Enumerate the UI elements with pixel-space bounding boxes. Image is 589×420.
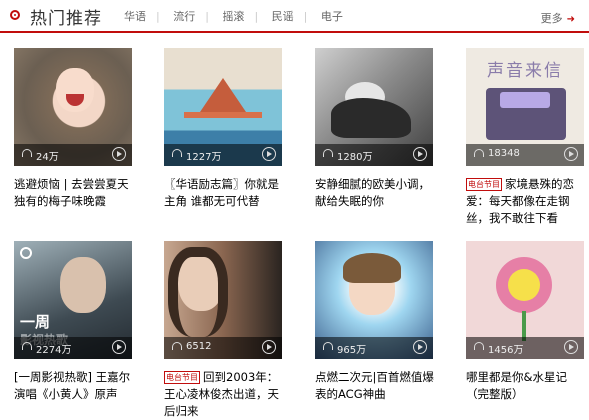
- section-title[interactable]: 热门推荐: [30, 4, 102, 29]
- netease-logo-icon: [20, 247, 32, 259]
- more-label[interactable]: 更多: [541, 12, 563, 25]
- header-divider: [0, 31, 589, 33]
- tag-liuxing[interactable]: 流行: [173, 8, 195, 24]
- radio-tag: 电台节目: [164, 371, 200, 384]
- playlist-card: 1456万 哪里都是你&水星记（完整版）: [466, 241, 584, 403]
- playlist-cover[interactable]: 1280万: [315, 48, 433, 166]
- play-count: 24万: [36, 152, 59, 163]
- tag-huayu[interactable]: 华语: [124, 8, 146, 24]
- play-icon[interactable]: [564, 147, 578, 161]
- play-count: 1227万: [186, 152, 222, 163]
- play-icon[interactable]: [262, 147, 276, 161]
- playlist-card: 声音来信 18348 电台节目 家境悬殊的恋爱：每天都像在走钢丝，我不敢往下看: [466, 48, 584, 227]
- headphone-icon: [172, 149, 182, 157]
- headphone-icon: [172, 342, 182, 350]
- tag-minyao[interactable]: 民谣: [272, 8, 294, 24]
- playlist-cover[interactable]: 声音来信 18348: [466, 48, 584, 166]
- play-icon[interactable]: [112, 147, 126, 161]
- playlist-card: 6512 电台节目 回到2003年：王心凌林俊杰出道，天后归来: [164, 241, 282, 420]
- headphone-icon: [323, 149, 333, 157]
- headphone-icon: [474, 342, 484, 350]
- play-count: 1456万: [488, 345, 524, 356]
- playlist-card: 965万 点燃二次元|百首燃值爆表的ACG神曲: [315, 241, 435, 403]
- headphone-icon: [323, 342, 333, 350]
- playlist-card: 1227万 〖华语励志篇〗你就是主角 谁都无可代替: [164, 48, 282, 210]
- circle-logo-icon: [10, 10, 20, 20]
- play-icon[interactable]: [413, 340, 427, 354]
- playlist-cover[interactable]: 1227万: [164, 48, 282, 166]
- playlist-title[interactable]: 逃避烦恼 | 去尝尝夏天独有的梅子味晚霞: [14, 176, 134, 210]
- play-count: 2274万: [36, 345, 72, 356]
- playlist-title[interactable]: 哪里都是你&水星记（完整版）: [466, 369, 586, 403]
- genre-tags: 华语 | 流行 | 摇滚 | 民谣 | 电子: [124, 8, 343, 24]
- play-icon[interactable]: [564, 340, 578, 354]
- play-count: 18348: [488, 148, 520, 159]
- playlist-title[interactable]: [一周影视热歌] 王嘉尔演唱《小黄人》原声: [14, 369, 134, 403]
- playlist-cover[interactable]: 6512: [164, 241, 282, 359]
- playlist-cover[interactable]: 1456万: [466, 241, 584, 359]
- play-icon[interactable]: [262, 340, 276, 354]
- cover-text: 声音来信: [487, 61, 563, 81]
- headphone-icon: [474, 149, 484, 157]
- arrow-right-icon: ➜: [566, 14, 575, 25]
- hot-recommend-header: 热门推荐 华语 | 流行 | 摇滚 | 民谣 | 电子 更多 ➜: [0, 0, 589, 33]
- playlist-cover[interactable]: 965万: [315, 241, 433, 359]
- more-link[interactable]: 更多 ➜: [541, 10, 575, 26]
- playlist-title[interactable]: 安静细腻的欧美小调，献给失眠的你: [315, 176, 435, 210]
- tag-yaogun[interactable]: 摇滚: [222, 8, 244, 24]
- play-count: 965万: [337, 345, 367, 356]
- playlist-title[interactable]: 〖华语励志篇〗你就是主角 谁都无可代替: [164, 176, 284, 210]
- cover-text: 一周: [20, 313, 51, 331]
- playlist-card: 1280万 安静细腻的欧美小调，献给失眠的你: [315, 48, 433, 210]
- headphone-icon: [22, 149, 32, 157]
- play-count: 1280万: [337, 152, 373, 163]
- play-count: 6512: [186, 341, 212, 352]
- playlist-title[interactable]: 点燃二次元|百首燃值爆表的ACG神曲: [315, 369, 435, 403]
- headphone-icon: [22, 342, 32, 350]
- playlist-card: 一周 影视热歌 2274万 [一周影视热歌] 王嘉尔演唱《小黄人》原声: [14, 241, 132, 403]
- playlist-card: 24万 逃避烦恼 | 去尝尝夏天独有的梅子味晚霞: [14, 48, 132, 210]
- playlist-title[interactable]: 电台节目 回到2003年：王心凌林俊杰出道，天后归来: [164, 369, 284, 420]
- playlist-cover[interactable]: 24万: [14, 48, 132, 166]
- play-icon[interactable]: [413, 147, 427, 161]
- playlist-title[interactable]: 电台节目 家境悬殊的恋爱：每天都像在走钢丝，我不敢往下看: [466, 176, 586, 227]
- radio-tag: 电台节目: [466, 178, 502, 191]
- play-icon[interactable]: [112, 340, 126, 354]
- tag-dianzi[interactable]: 电子: [321, 8, 343, 24]
- playlist-cover[interactable]: 一周 影视热歌 2274万: [14, 241, 132, 359]
